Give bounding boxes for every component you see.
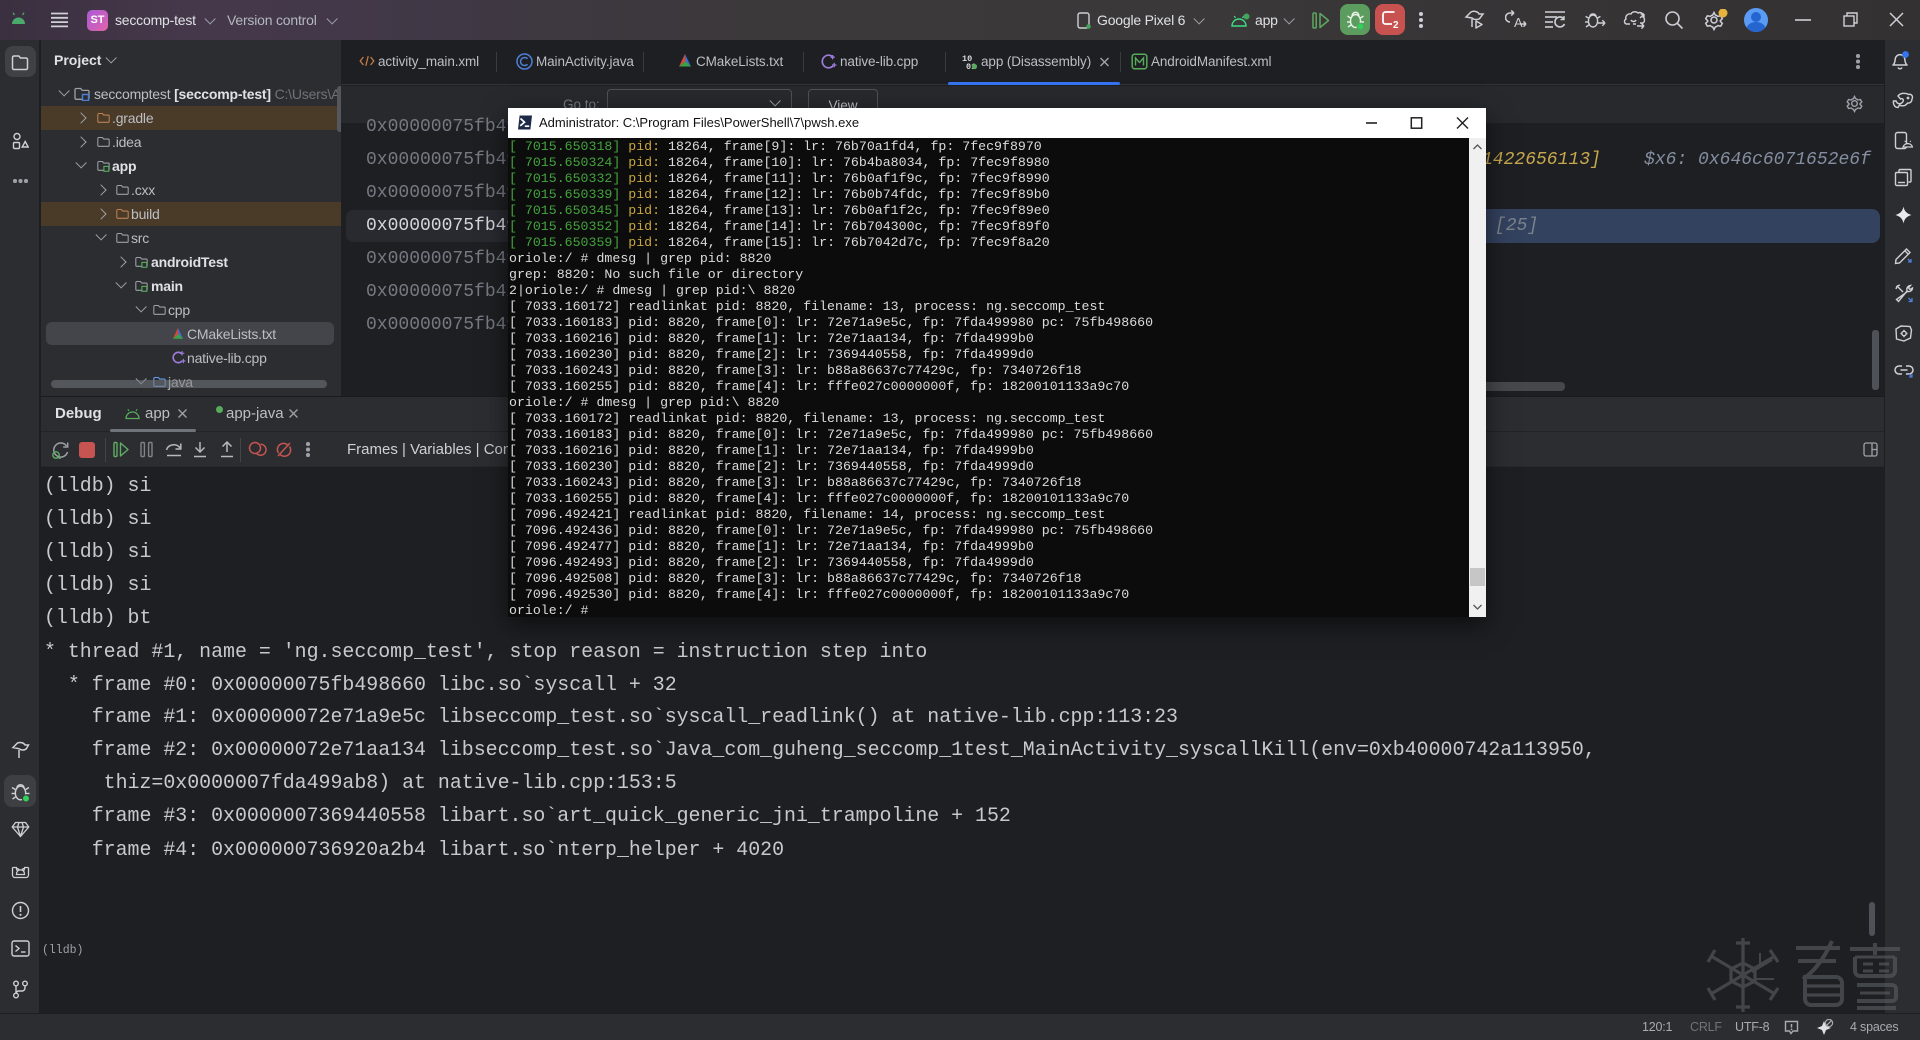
svg-text:A: A [1514,15,1523,30]
svg-text:2: 2 [1393,20,1399,29]
